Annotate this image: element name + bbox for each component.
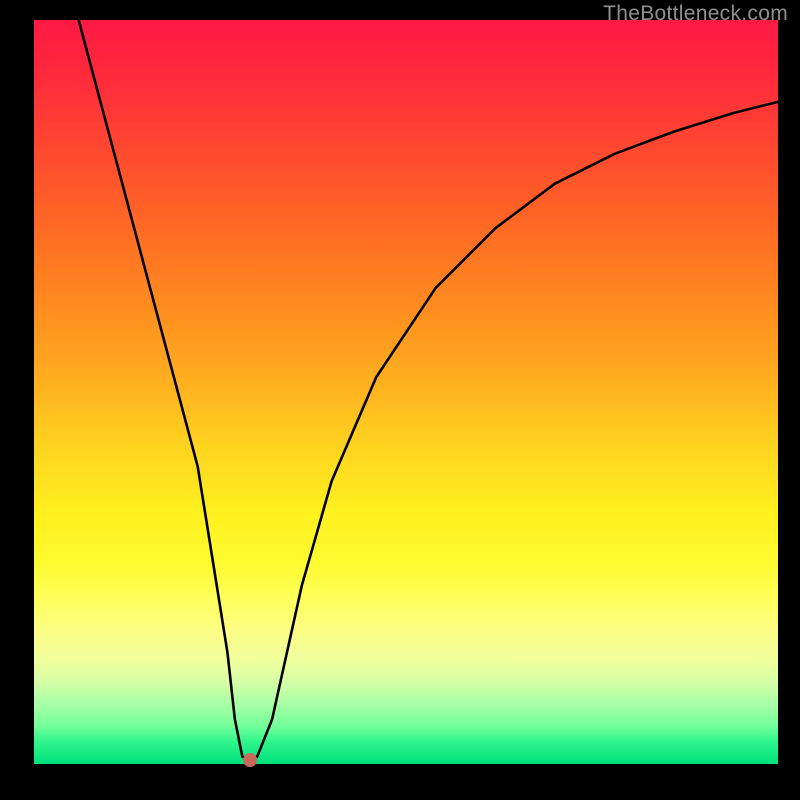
plot-area <box>34 20 778 764</box>
chart-frame: TheBottleneck.com <box>0 0 800 800</box>
bottleneck-curve <box>79 20 778 760</box>
curve-svg <box>34 20 778 764</box>
watermark-text: TheBottleneck.com <box>603 2 788 26</box>
optimum-marker <box>243 753 257 767</box>
